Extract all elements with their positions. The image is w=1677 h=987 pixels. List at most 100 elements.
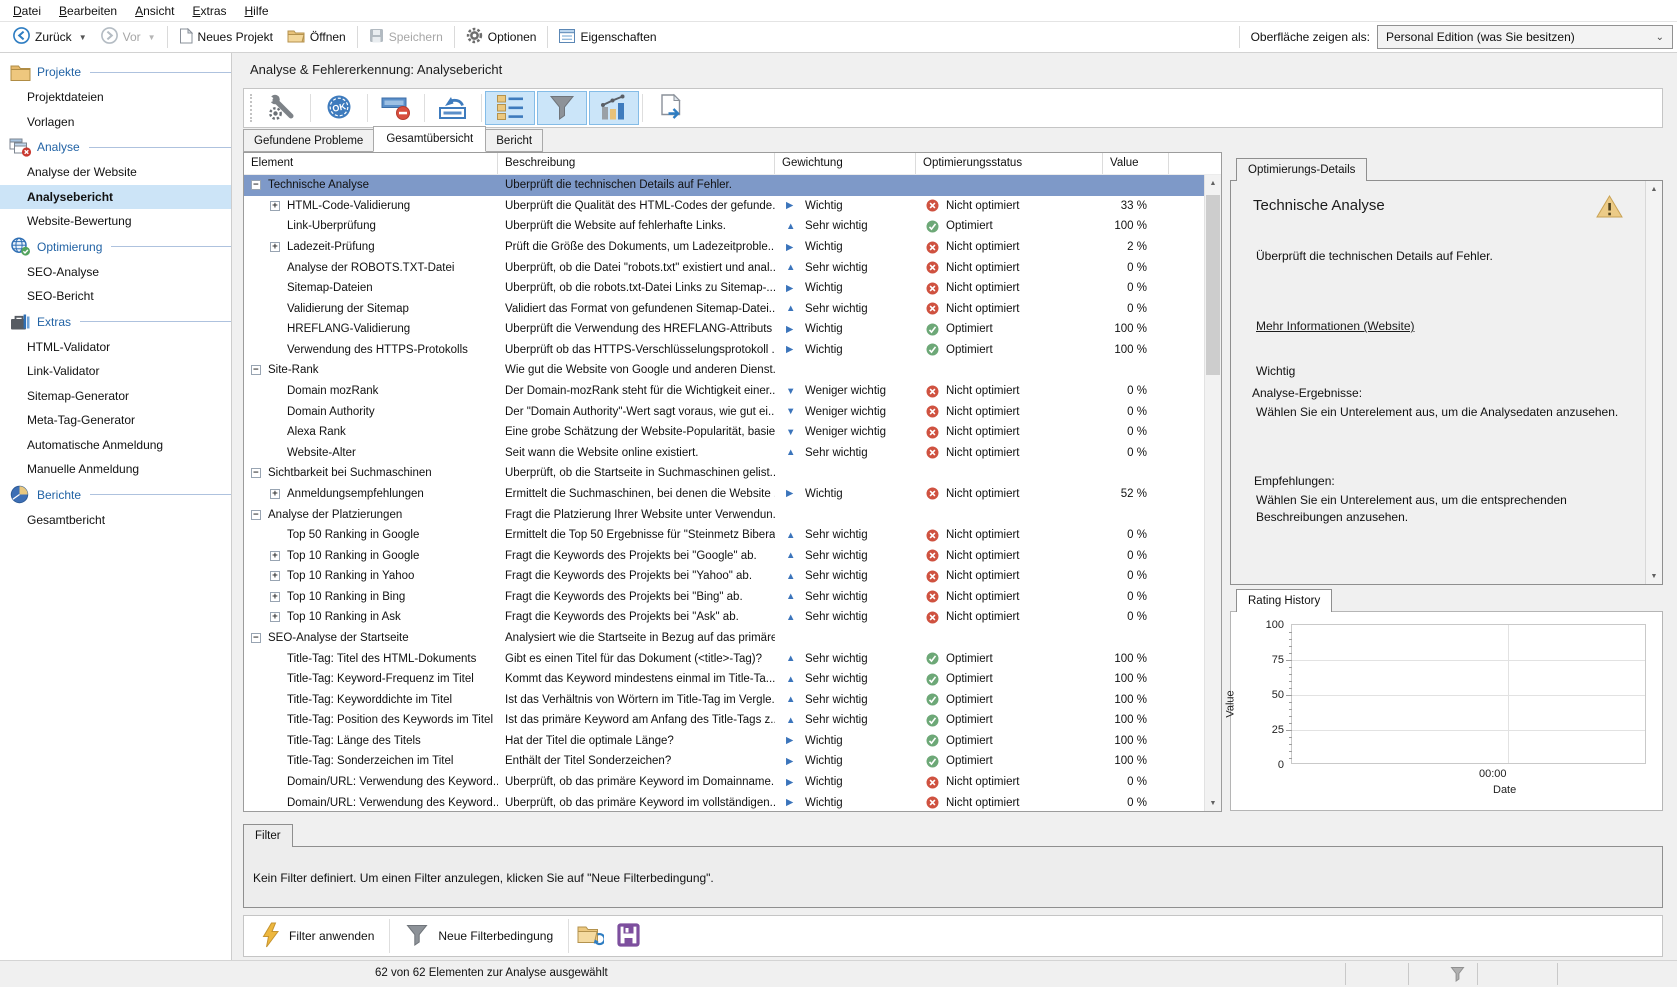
tools-button[interactable] [257, 91, 307, 125]
table-row[interactable]: Validierung der SitemapValidiert das For… [244, 298, 1204, 319]
sidebar-item-seo-analyse[interactable]: SEO-Analyse [0, 260, 231, 285]
table-row[interactable]: +Top 10 Ranking in BingFragt die Keyword… [244, 587, 1204, 608]
restore-element-button[interactable] [428, 91, 478, 125]
back-button[interactable]: Zurück ▼ [6, 24, 94, 50]
table-row[interactable]: +Top 10 Ranking in AskFragt die Keywords… [244, 607, 1204, 628]
menu-item-ansicht[interactable]: Ansicht [126, 1, 183, 21]
sidebar-item-meta-tag-generator[interactable]: Meta-Tag-Generator [0, 408, 231, 433]
expand-toggle[interactable]: − [251, 180, 261, 190]
export-button[interactable] [646, 91, 696, 125]
sidebar-item-analyse-der-website[interactable]: Analyse der Website [0, 160, 231, 185]
expand-toggle[interactable]: − [251, 365, 261, 375]
expand-toggle[interactable]: − [251, 468, 261, 478]
sidebar-item-link-validator[interactable]: Link-Validator [0, 359, 231, 384]
open-button[interactable]: Öffnen [280, 24, 353, 50]
save-button[interactable]: Speichern [362, 24, 450, 50]
ok-stamp-button[interactable]: OK [314, 91, 364, 125]
tree-view-button[interactable] [485, 91, 535, 125]
table-row[interactable]: −SEO-Analyse der StartseiteAnalysiert wi… [244, 628, 1204, 649]
table-row[interactable]: Analyse der ROBOTS.TXT-DateiÜberprüft, o… [244, 257, 1204, 278]
column-header-optimierungsstatus[interactable]: Optimierungsstatus [916, 153, 1103, 174]
tab-gesamtuebersicht[interactable]: Gesamtübersicht [373, 126, 486, 152]
more-information-link[interactable]: Mehr Informationen (Website) [1256, 319, 1415, 333]
menu-item-hilfe[interactable]: Hilfe [236, 1, 278, 21]
back-dropdown-caret[interactable]: ▼ [79, 33, 87, 42]
table-row[interactable]: Sitemap-DateienÜberprüft, ob die robots.… [244, 278, 1204, 299]
table-row[interactable]: −Analyse der PlatzierungenFragt die Plat… [244, 504, 1204, 525]
load-filter-button[interactable] [571, 918, 609, 954]
new-project-button[interactable]: Neues Projekt [172, 24, 280, 50]
sidebar-item-analysebericht[interactable]: Analysebericht [0, 185, 231, 210]
expand-toggle[interactable]: − [251, 510, 261, 520]
menu-item-bearbeiten[interactable]: Bearbeiten [50, 1, 126, 21]
table-row[interactable]: HREFLANG-ValidierungÜberprüft die Verwen… [244, 319, 1204, 340]
table-row[interactable]: Verwendung des HTTPS-ProtokollsÜberprüft… [244, 340, 1204, 361]
table-scrollbar[interactable]: ▲ ▼ [1204, 175, 1221, 811]
table-row[interactable]: +AnmeldungsempfehlungenErmittelt die Suc… [244, 484, 1204, 505]
column-header-value[interactable]: Value [1103, 153, 1169, 174]
sidebar-item-projektdateien[interactable]: Projektdateien [0, 85, 231, 110]
table-row[interactable]: +HTML-Code-ValidierungÜberprüft die Qual… [244, 196, 1204, 217]
sidebar-item-gesamtbericht[interactable]: Gesamtbericht [0, 508, 231, 533]
table-row[interactable]: Title-Tag: Keyworddichte im TitelIst das… [244, 689, 1204, 710]
options-button[interactable]: Optionen [459, 24, 544, 50]
table-row[interactable]: Title-Tag: Sonderzeichen im TitelEnthält… [244, 751, 1204, 772]
table-row[interactable]: Website-AlterSeit wann die Website onlin… [244, 443, 1204, 464]
table-row[interactable]: Domain/URL: Verwendung des Keyword...Übe… [244, 792, 1204, 811]
sidebar-item-vorlagen[interactable]: Vorlagen [0, 110, 231, 135]
tab-filter[interactable]: Filter [243, 824, 293, 847]
apply-filter-button[interactable]: Filter anwenden [248, 918, 387, 954]
details-scrollbar[interactable]: ▲ ▼ [1645, 181, 1662, 584]
expand-toggle[interactable]: + [270, 489, 280, 499]
forward-button[interactable]: Vor ▼ [94, 24, 163, 50]
table-row[interactable]: Title-Tag: Keyword-Frequenz im TitelKomm… [244, 669, 1204, 690]
tab-gefundene-probleme[interactable]: Gefundene Probleme [243, 129, 374, 152]
scrollbar-thumb[interactable] [1206, 195, 1220, 375]
table-row[interactable]: Title-Tag: Position des Keywords im Tite… [244, 710, 1204, 731]
column-header-beschreibung[interactable]: Beschreibung [498, 153, 775, 174]
toolbar-grip[interactable] [250, 94, 252, 122]
save-filter-button[interactable] [609, 918, 647, 954]
sidebar-item-website-bewertung[interactable]: Website-Bewertung [0, 209, 231, 234]
scroll-up-arrow[interactable]: ▲ [1205, 175, 1221, 191]
sidebar-item-seo-bericht[interactable]: SEO-Bericht [0, 284, 231, 309]
table-row[interactable]: Link-ÜberprüfungÜberprüft die Website au… [244, 216, 1204, 237]
expand-toggle[interactable]: + [270, 242, 280, 252]
table-row[interactable]: Title-Tag: Titel des HTML-DokumentsGibt … [244, 648, 1204, 669]
forward-dropdown-caret[interactable]: ▼ [148, 33, 156, 42]
chart-button[interactable] [589, 91, 639, 125]
table-row[interactable]: Domain/URL: Verwendung des Keyword...Übe… [244, 772, 1204, 793]
table-row[interactable]: Domain mozRankDer Domain-mozRank steht f… [244, 381, 1204, 402]
table-row[interactable]: Title-Tag: Länge des TitelsHat der Titel… [244, 731, 1204, 752]
table-row[interactable]: +Top 10 Ranking in YahooFragt die Keywor… [244, 566, 1204, 587]
sidebar-item-manuelle-anmeldung[interactable]: Manuelle Anmeldung [0, 457, 231, 482]
table-row[interactable]: Top 50 Ranking in GoogleErmittelt die To… [244, 525, 1204, 546]
expand-toggle[interactable]: + [270, 592, 280, 602]
table-row[interactable]: −Site-RankWie gut die Website von Google… [244, 360, 1204, 381]
expand-toggle[interactable]: + [270, 201, 280, 211]
scroll-down-arrow[interactable]: ▼ [1205, 795, 1221, 811]
expand-toggle[interactable]: + [270, 612, 280, 622]
table-row[interactable]: +Top 10 Ranking in GoogleFragt die Keywo… [244, 545, 1204, 566]
tab-rating-history[interactable]: Rating History [1236, 589, 1332, 612]
table-row[interactable]: −Sichtbarkeit bei SuchmaschinenÜberprüft… [244, 463, 1204, 484]
table-row[interactable]: Alexa RankEine grobe Schätzung der Websi… [244, 422, 1204, 443]
table-row[interactable]: +Ladezeit-PrüfungPrüft die Größe des Dok… [244, 237, 1204, 258]
scroll-up-arrow[interactable]: ▲ [1646, 181, 1662, 197]
tab-bericht[interactable]: Bericht [485, 129, 543, 152]
column-header-gewichtung[interactable]: Gewichtung [775, 153, 916, 174]
table-row[interactable]: Domain AuthorityDer "Domain Authority"-W… [244, 401, 1204, 422]
scroll-down-arrow[interactable]: ▼ [1646, 568, 1662, 584]
menu-item-extras[interactable]: Extras [183, 1, 235, 21]
menu-item-datei[interactable]: Datei [4, 1, 50, 21]
sidebar-item-sitemap-generator[interactable]: Sitemap-Generator [0, 384, 231, 409]
expand-toggle[interactable]: − [251, 633, 261, 643]
expand-toggle[interactable]: + [270, 551, 280, 561]
filter-button[interactable] [537, 91, 587, 125]
properties-button[interactable]: Eigenschaften [552, 24, 663, 50]
column-header-element[interactable]: Element [244, 153, 498, 174]
sidebar-item-html-validator[interactable]: HTML-Validator [0, 335, 231, 360]
edition-select[interactable]: Personal Edition (was Sie besitzen) ⌄ [1377, 25, 1673, 49]
table-row[interactable]: −Technische AnalyseÜberprüft die technis… [244, 175, 1204, 196]
sidebar-item-automatische-anmeldung[interactable]: Automatische Anmeldung [0, 433, 231, 458]
